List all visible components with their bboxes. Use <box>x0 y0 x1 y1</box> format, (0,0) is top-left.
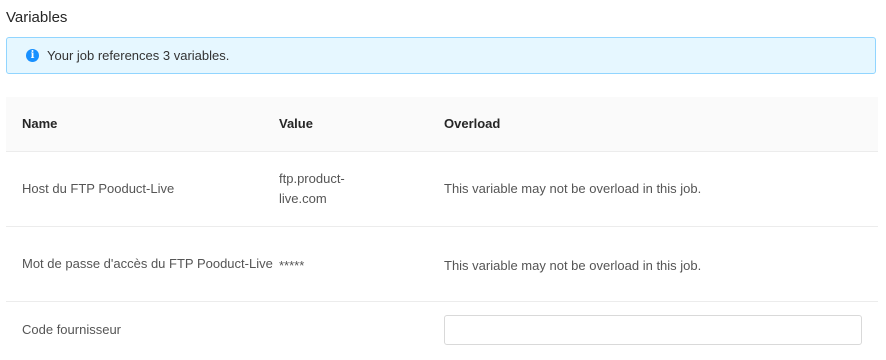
variables-table: Name Value Overload Host du FTP Pooduct-… <box>6 97 878 358</box>
info-banner-text: Your job references 3 variables. <box>47 48 230 63</box>
section-title: Variables <box>6 9 68 26</box>
overload-cell <box>428 315 878 345</box>
info-icon: i <box>26 49 39 62</box>
header-name: Name <box>22 116 58 131</box>
table-row: Host du FTP Pooduct-Live ftp.product-liv… <box>6 152 878 227</box>
overload-note: This variable may not be overload in thi… <box>444 181 702 196</box>
variable-name: Host du FTP Pooduct-Live <box>22 181 175 196</box>
overload-input[interactable] <box>444 315 862 345</box>
variable-value: ftp.product-live.com <box>279 171 345 206</box>
table-header: Name Value Overload <box>6 97 878 152</box>
variable-name: Mot de passe d'accès du FTP Pooduct-Live <box>22 256 273 271</box>
info-banner: i Your job references 3 variables. <box>6 37 876 74</box>
header-value: Value <box>279 116 313 131</box>
table-row: Mot de passe d'accès du FTP Pooduct-Live… <box>6 227 878 302</box>
overload-note: This variable may not be overload in thi… <box>444 258 702 273</box>
header-overload: Overload <box>444 116 501 131</box>
variable-name: Code fournisseur <box>22 322 121 337</box>
table-row: Code fournisseur <box>6 302 878 358</box>
variables-panel: Variables i Your job references 3 variab… <box>0 0 886 360</box>
variable-value: ***** <box>279 258 305 273</box>
